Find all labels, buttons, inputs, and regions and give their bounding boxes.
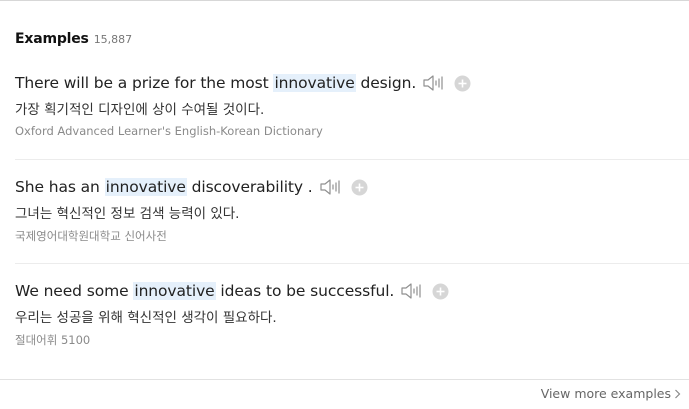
sentence-text-before: There will be a prize for the most [15, 74, 274, 92]
view-more-label: View more examples [540, 386, 671, 401]
speaker-icon[interactable] [422, 73, 446, 93]
example-divider [15, 263, 689, 264]
chevron-right-icon [675, 389, 681, 398]
example-translation: 그녀는 혁신적인 정보 검색 능력이 있다. [15, 206, 240, 222]
example-item-1: There will be a prize for the most innov… [15, 72, 689, 152]
sentence-text-after: design. [355, 74, 417, 92]
example-source[interactable]: Oxford Advanced Learner's English-Korean… [15, 124, 323, 138]
sentence-text-before: She has an [15, 178, 105, 196]
sentence-text-after: ideas to be successful. [215, 282, 395, 300]
highlighted-word[interactable]: innovative [273, 74, 356, 92]
add-icon[interactable] [454, 75, 471, 92]
sentence-text-after: discoverability . [186, 178, 313, 196]
example-translation: 가장 획기적인 디자인에 상이 수여될 것이다. [15, 102, 265, 118]
example-translation: 우리는 성공을 위해 혁신적인 생각이 필요하다. [15, 310, 277, 326]
highlighted-word[interactable]: innovative [133, 282, 216, 300]
example-source: 절대어휘 5100 [15, 333, 91, 347]
examples-title: Examples [15, 31, 89, 47]
add-icon[interactable] [432, 283, 449, 300]
top-divider [0, 0, 689, 1]
view-more-examples-link[interactable]: View more examples [541, 386, 681, 401]
example-sentence[interactable]: There will be a prize for the most innov… [15, 72, 471, 94]
example-source[interactable]: 국제영어대학원대학교 신어사전 [15, 228, 167, 244]
example-item-2: She has an innovative discoverability . … [15, 176, 689, 256]
sentence-text-before: We need some [15, 282, 134, 300]
example-sentence[interactable]: We need some innovative ideas to be succ… [15, 280, 449, 302]
examples-count: 15,887 [93, 33, 133, 46]
example-item-3: We need some innovative ideas to be succ… [15, 280, 689, 360]
example-sentence[interactable]: She has an innovative discoverability . [15, 176, 368, 198]
speaker-icon[interactable] [319, 177, 343, 197]
footer-divider [0, 379, 689, 380]
examples-header: Examples 15,887 [15, 31, 132, 49]
speaker-icon[interactable] [400, 281, 424, 301]
highlighted-word[interactable]: innovative [104, 178, 187, 196]
example-divider [15, 159, 689, 160]
add-icon[interactable] [351, 179, 368, 196]
